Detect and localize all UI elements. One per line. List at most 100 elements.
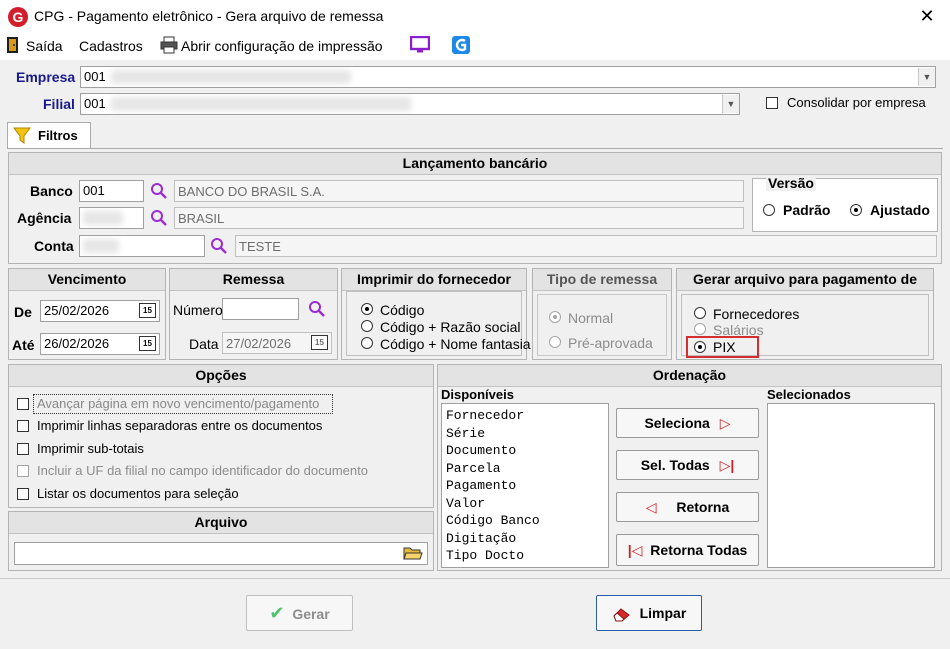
empresa-value: 001: [84, 69, 106, 84]
remittance-date-value: 27/02/2026: [226, 336, 292, 351]
due-to-label: Até: [12, 337, 35, 353]
version-adjusted-label: Ajustado: [870, 202, 930, 218]
arrow-right-icon: ▷: [719, 415, 731, 431]
remittance-type-panel-title: Tipo de remessa: [533, 269, 671, 291]
menu-exit[interactable]: Saída: [26, 38, 63, 54]
select-all-button-label: Sel. Todas: [640, 457, 710, 473]
agencia-name-field: BRASIL: [174, 207, 744, 229]
list-item[interactable]: Digitação: [442, 530, 608, 548]
due-from-value: 25/02/2026: [44, 303, 110, 318]
calendar-icon[interactable]: 15: [139, 303, 156, 318]
print-supplier-option-0-label: Código: [380, 302, 425, 318]
generate-button-label: Gerar: [292, 606, 330, 622]
option-label-1: Imprimir linhas separadoras entre os doc…: [37, 418, 323, 433]
footer-divider: [0, 578, 950, 579]
app-g-icon[interactable]: [452, 36, 470, 54]
redacted-conta: [83, 239, 119, 253]
print-supplier-option-2[interactable]: [361, 337, 373, 349]
chevron-down-icon[interactable]: ▼: [722, 95, 739, 113]
agencia-label: Agência: [17, 210, 72, 226]
search-icon[interactable]: [150, 182, 168, 200]
return-all-button[interactable]: |◁ Retorna Todas: [616, 534, 759, 566]
remittance-type-normal-label: Normal: [568, 310, 614, 326]
clear-button[interactable]: Limpar: [596, 595, 702, 631]
list-item[interactable]: Fornecedor: [442, 407, 608, 425]
redacted-agencia: [83, 211, 123, 225]
remittance-panel-title: Remessa: [170, 269, 337, 291]
menu-registers[interactable]: Cadastros: [79, 38, 143, 54]
print-supplier-option-1[interactable]: [361, 320, 373, 332]
remittance-number-input[interactable]: [222, 298, 299, 320]
arrow-left-icon: ◁: [645, 499, 657, 515]
generate-for-pix-radio[interactable]: [694, 341, 706, 353]
redacted-filial-name: [111, 97, 411, 111]
tab-divider: [7, 148, 943, 149]
available-list[interactable]: Fornecedor Série Documento Parcela Pagam…: [441, 403, 609, 568]
remittance-date-input: 27/02/2026 15: [222, 332, 332, 354]
arrow-left-end-icon: |◁: [627, 542, 643, 558]
consolidar-checkbox[interactable]: [766, 97, 778, 109]
file-input[interactable]: [14, 542, 428, 565]
banco-name-field: BANCO DO BRASIL S.A.: [174, 180, 744, 202]
file-panel-title: Arquivo: [9, 512, 433, 534]
list-item[interactable]: Código Banco: [442, 512, 608, 530]
option-label-0: Avançar página em novo vencimento/pagame…: [37, 396, 320, 411]
generate-for-suppliers-radio[interactable]: [694, 307, 706, 319]
list-item[interactable]: Valor: [442, 495, 608, 513]
version-standard-radio[interactable]: [763, 204, 775, 216]
conta-label: Conta: [34, 238, 74, 254]
arrow-right-end-icon: ▷|: [719, 457, 735, 473]
print-supplier-option-0[interactable]: [361, 303, 373, 315]
option-checkbox-2[interactable]: [17, 443, 29, 455]
agencia-input[interactable]: [79, 207, 144, 229]
option-checkbox-3: [17, 465, 29, 477]
list-item[interactable]: Documento: [442, 442, 608, 460]
list-item[interactable]: Parcela: [442, 460, 608, 478]
search-icon[interactable]: [308, 300, 326, 318]
generate-for-pix-label: PIX: [713, 339, 736, 355]
app-logo-icon: G: [8, 7, 28, 27]
return-button[interactable]: ◁ Retorna: [616, 492, 759, 522]
due-to-input[interactable]: 26/02/2026 15: [40, 333, 160, 355]
monitor-icon[interactable]: [410, 36, 430, 54]
version-adjusted-radio[interactable]: [850, 204, 862, 216]
option-checkbox-4[interactable]: [17, 488, 29, 500]
remittance-number-label: Número: [173, 302, 223, 318]
chevron-down-icon[interactable]: ▼: [918, 68, 935, 86]
search-icon[interactable]: [210, 237, 228, 255]
return-button-label: Retorna: [676, 499, 730, 515]
generate-button[interactable]: ✔ Gerar: [246, 595, 353, 631]
empresa-label: Empresa: [16, 69, 76, 85]
conta-input[interactable]: [79, 235, 205, 257]
search-icon[interactable]: [150, 209, 168, 227]
title-bar: G CPG - Pagamento eletrônico - Gera arqu…: [0, 0, 950, 32]
option-checkbox-1[interactable]: [17, 420, 29, 432]
select-button[interactable]: Seleciona ▷: [616, 408, 759, 438]
list-item[interactable]: Pagamento: [442, 477, 608, 495]
window-title: CPG - Pagamento eletrônico - Gera arquiv…: [34, 8, 384, 24]
calendar-icon[interactable]: 15: [139, 336, 156, 351]
filial-select[interactable]: 001 ▼: [80, 93, 740, 115]
generate-for-panel-title: Gerar arquivo para pagamento de: [677, 269, 933, 291]
calendar-icon: 15: [311, 335, 328, 350]
consolidar-label: Consolidar por empresa: [787, 95, 926, 110]
tab-filtros[interactable]: Filtros: [7, 122, 91, 149]
empresa-select[interactable]: 001 ▼: [80, 66, 936, 88]
menu-bar: Saída Cadastros Abrir configuração de im…: [0, 32, 950, 60]
bank-panel-title: Lançamento bancário: [9, 153, 941, 175]
folder-open-icon[interactable]: [403, 545, 423, 561]
list-item[interactable]: Série: [442, 425, 608, 443]
due-panel-title: Vencimento: [9, 269, 165, 291]
close-icon[interactable]: ✕: [914, 4, 940, 28]
menu-print-config[interactable]: Abrir configuração de impressão: [181, 38, 383, 54]
due-from-input[interactable]: 25/02/2026 15: [40, 300, 160, 322]
selected-list[interactable]: [767, 403, 935, 568]
option-checkbox-0[interactable]: [17, 398, 29, 410]
banco-input[interactable]: 001: [79, 180, 144, 202]
option-label-2: Imprimir sub-totais: [37, 441, 144, 456]
print-supplier-panel-title: Imprimir do fornecedor: [342, 269, 526, 291]
version-title: Versão: [766, 175, 816, 191]
select-all-button[interactable]: Sel. Todas ▷|: [616, 450, 759, 480]
list-item[interactable]: Tipo Docto: [442, 547, 608, 565]
filter-icon: [13, 127, 31, 144]
